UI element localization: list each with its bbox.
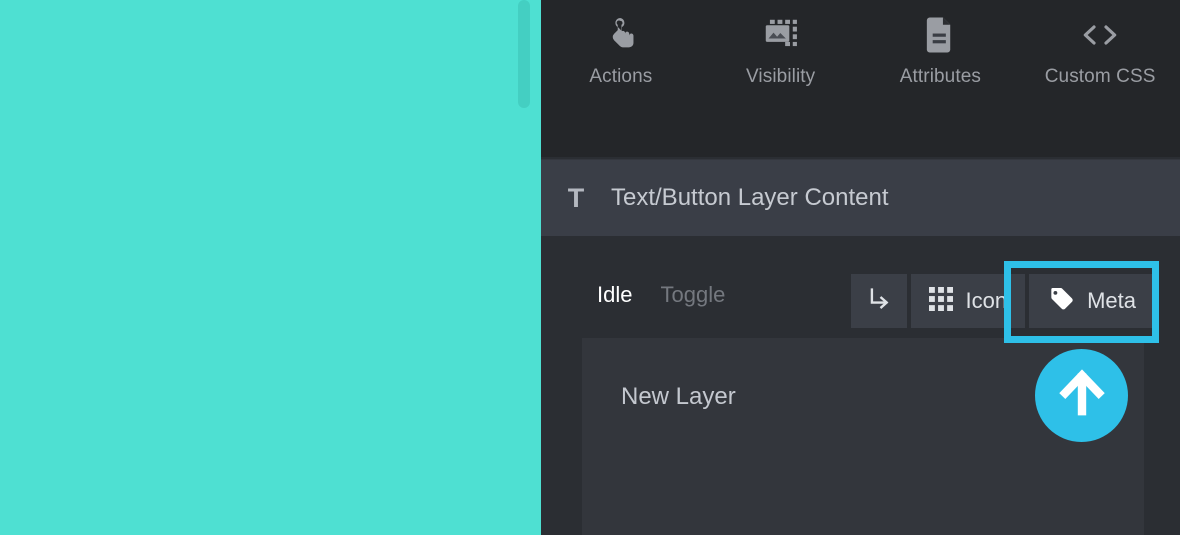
- subdirectory-arrow-right-icon: [866, 286, 892, 317]
- content-action-buttons: Icon Meta: [851, 274, 1158, 328]
- toolbar-item-actions[interactable]: Actions: [541, 14, 701, 88]
- document-lines-icon: [925, 14, 955, 56]
- toolbar-label-custom-css: Custom CSS: [1044, 66, 1156, 87]
- state-tab-idle[interactable]: Idle: [597, 284, 632, 306]
- image-dashed-frame-icon: [763, 14, 799, 56]
- arrow-up-icon: [1054, 365, 1110, 426]
- grid-3x3-icon: [929, 286, 954, 316]
- inspector-toolbar: Actions Visibility Attributes Custom CSS: [541, 0, 1180, 157]
- state-tab-toggle[interactable]: Toggle: [660, 284, 725, 306]
- canvas-scrollbar-thumb[interactable]: [518, 0, 530, 108]
- layer-control-row: Idle Toggle Icon Meta: [541, 236, 1180, 338]
- canvas-preview-pane[interactable]: [0, 0, 541, 535]
- toolbar-label-actions: Actions: [589, 66, 653, 87]
- text-T-icon: T: [567, 182, 585, 213]
- toolbar-label-attributes: Attributes: [899, 66, 981, 87]
- meta-button-label: Meta: [1087, 288, 1136, 313]
- tag-icon: [1047, 285, 1075, 318]
- state-tab-group: Idle Toggle: [597, 284, 725, 306]
- meta-button[interactable]: Meta: [1029, 274, 1158, 328]
- insert-linebreak-button[interactable]: [851, 274, 908, 328]
- toolbar-item-visibility[interactable]: Visibility: [701, 14, 861, 88]
- touch-hand-icon: [604, 14, 638, 56]
- toolbar-item-attributes[interactable]: Attributes: [861, 14, 1021, 88]
- screen-root: Actions Visibility Attributes Custom CSS…: [0, 0, 1180, 535]
- toolbar-label-visibility: Visibility: [745, 66, 816, 87]
- toolbar-item-custom-css[interactable]: Custom CSS: [1020, 14, 1180, 88]
- icon-button-label: Icon: [965, 288, 1008, 313]
- section-title: Text/Button Layer Content: [611, 184, 889, 211]
- layer-content-value: New Layer: [621, 383, 736, 410]
- code-brackets-icon: [1080, 14, 1120, 56]
- icon-button[interactable]: Icon: [911, 274, 1026, 328]
- section-header: T Text/Button Layer Content: [541, 159, 1180, 236]
- cursor-indicator: [1035, 349, 1128, 442]
